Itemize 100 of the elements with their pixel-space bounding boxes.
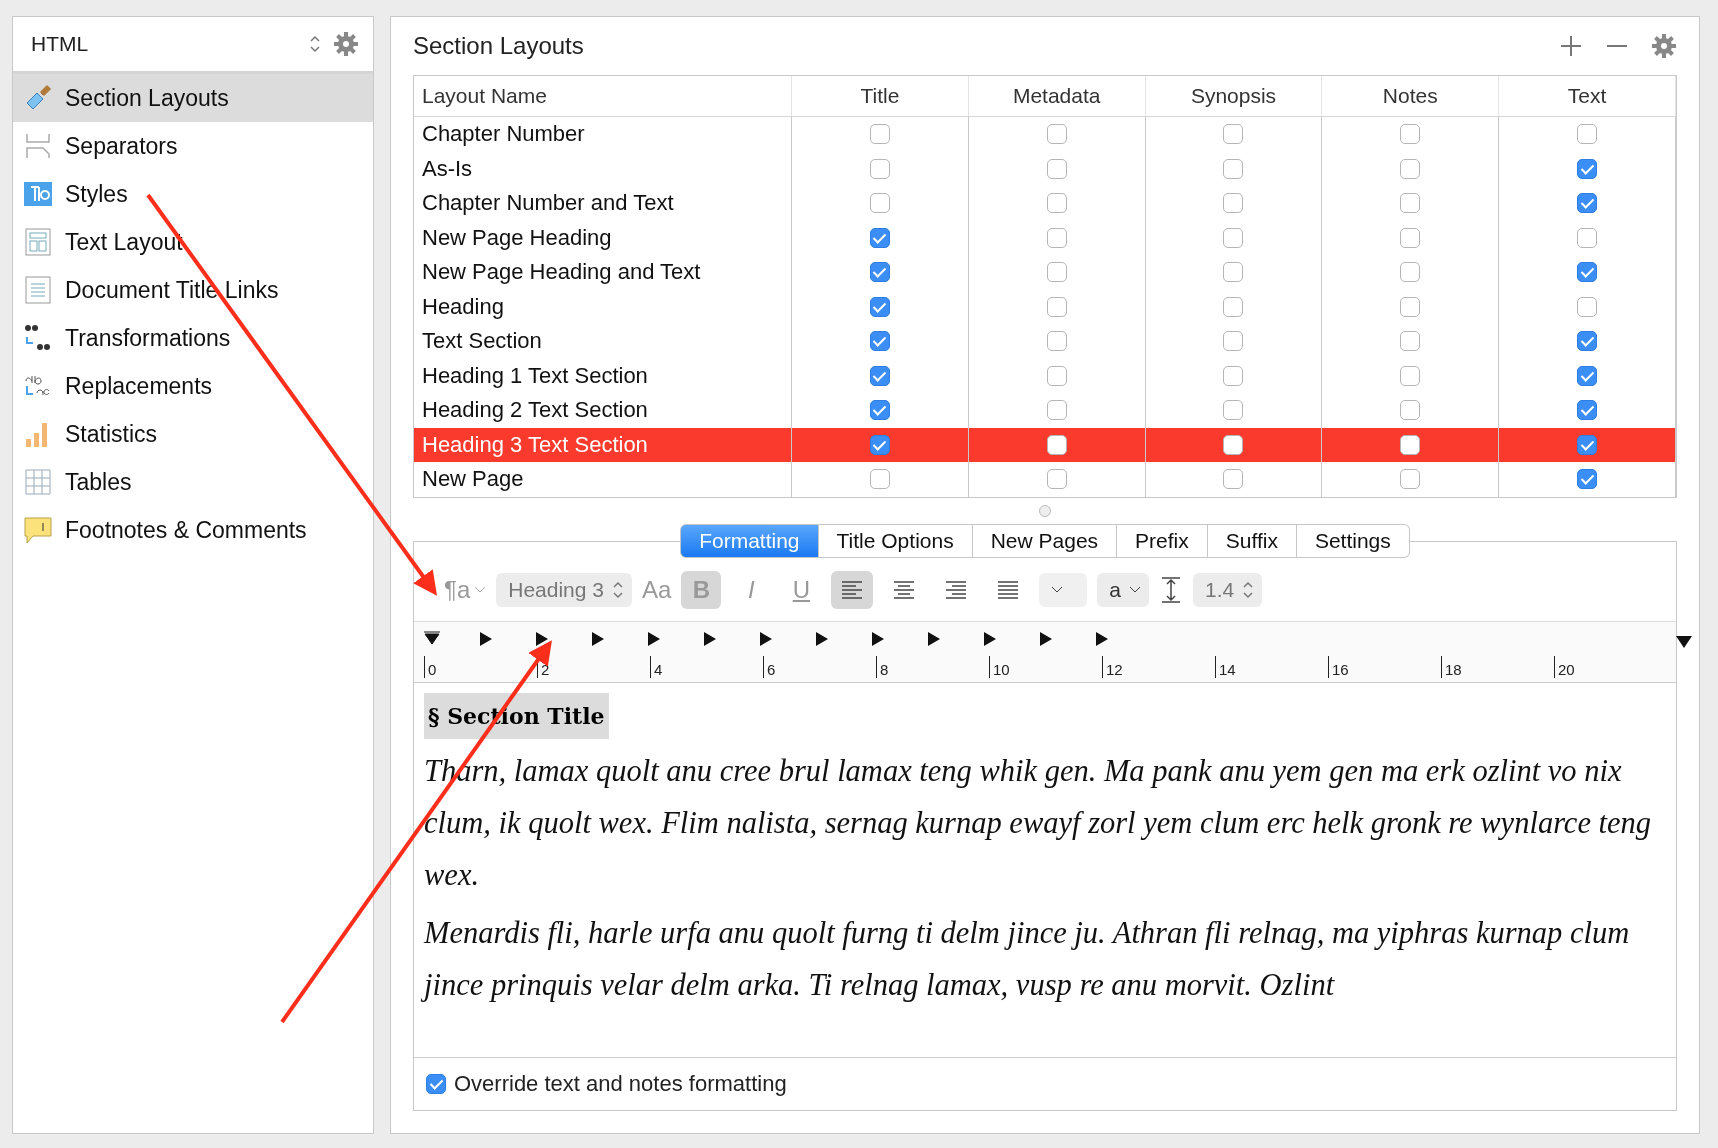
checkbox[interactable] — [869, 296, 890, 317]
line-spacing-field[interactable]: 1.4 — [1193, 572, 1263, 607]
sidebar-item[interactable]: Tables — [13, 458, 373, 506]
checkbox[interactable] — [1400, 193, 1421, 214]
checkbox[interactable] — [1400, 124, 1421, 145]
align-center-icon — [892, 579, 917, 600]
checkbox[interactable] — [869, 365, 890, 386]
checkbox[interactable] — [1046, 227, 1067, 248]
checkbox[interactable] — [1400, 365, 1421, 386]
chevron-icon — [474, 585, 487, 594]
checkbox[interactable] — [1046, 400, 1067, 421]
sidebar-item[interactable]: Section Layouts — [13, 74, 373, 122]
stepper-icon — [1242, 579, 1255, 600]
case-dropdown[interactable]: a — [1097, 572, 1150, 607]
checkbox[interactable] — [1046, 296, 1067, 317]
checkbox[interactable] — [1223, 296, 1244, 317]
checkbox[interactable] — [1577, 124, 1598, 145]
checkbox[interactable] — [869, 158, 890, 179]
tab[interactable]: Suffix — [1207, 523, 1297, 558]
ruler-number: 16 — [1328, 655, 1441, 678]
checkbox[interactable] — [869, 124, 890, 145]
tab[interactable]: Title Options — [818, 523, 973, 558]
align-button[interactable] — [831, 570, 874, 609]
checkbox[interactable] — [1046, 124, 1067, 145]
tab-stops-drawing[interactable] — [424, 629, 1694, 650]
checkbox[interactable] — [1223, 262, 1244, 283]
checkbox[interactable] — [869, 227, 890, 248]
checkbox[interactable] — [1046, 331, 1067, 352]
sidebar-item[interactable]: Replacements — [13, 362, 373, 410]
checkbox[interactable] — [1223, 193, 1244, 214]
sidebar-item[interactable]: Statistics — [13, 410, 373, 458]
checkbox[interactable] — [1400, 331, 1421, 352]
checkbox[interactable] — [869, 400, 890, 421]
style-dropdown[interactable]: Heading 3 — [496, 572, 632, 607]
add-icon[interactable] — [1559, 34, 1583, 58]
split-handle[interactable] — [1039, 504, 1051, 517]
checkbox[interactable] — [1400, 434, 1421, 455]
checkbox[interactable] — [1400, 262, 1421, 283]
ruler-number: 18 — [1441, 655, 1554, 678]
checkbox[interactable] — [1400, 296, 1421, 317]
ruler-number: 4 — [650, 655, 763, 678]
checkbox[interactable] — [1046, 262, 1067, 283]
column-header[interactable]: Layout Name — [414, 76, 792, 116]
panel-title: Section Layouts — [413, 32, 585, 60]
tab[interactable]: Settings — [1296, 523, 1410, 558]
checkbox[interactable] — [869, 193, 890, 214]
sidebar-item[interactable]: Transformations — [13, 314, 373, 362]
checkbox[interactable] — [1577, 262, 1598, 283]
checkbox[interactable] — [1577, 469, 1598, 490]
checkbox[interactable] — [1223, 158, 1244, 179]
footnote-icon — [23, 515, 53, 545]
sidebar-item[interactable]: Separators — [13, 122, 373, 170]
layout-icon — [23, 227, 53, 257]
table-row[interactable]: Heading 3 Text Section — [414, 427, 1676, 462]
checkbox[interactable] — [1400, 400, 1421, 421]
checkbox[interactable] — [1577, 158, 1598, 179]
tab[interactable]: Prefix — [1117, 523, 1208, 558]
sidebar-item[interactable]: Text Layout — [13, 218, 373, 266]
checkbox[interactable] — [1400, 227, 1421, 248]
checkbox[interactable] — [1046, 434, 1067, 455]
checkbox[interactable] — [869, 331, 890, 352]
tab[interactable]: New Pages — [972, 523, 1118, 558]
checkbox[interactable] — [1223, 124, 1244, 145]
column-header[interactable]: Title — [792, 76, 969, 116]
stepper-icon — [612, 579, 624, 600]
checkbox[interactable] — [1223, 365, 1244, 386]
checkbox[interactable] — [1400, 469, 1421, 490]
column-header[interactable]: Text — [1499, 76, 1676, 116]
ruler-number: 10 — [989, 655, 1102, 678]
checkbox[interactable] — [1577, 434, 1598, 455]
list-dropdown[interactable] — [1039, 572, 1088, 607]
checkbox[interactable] — [1400, 158, 1421, 179]
checkbox[interactable] — [1577, 227, 1598, 248]
checkbox[interactable] — [1223, 434, 1244, 455]
column-header[interactable]: Metadata — [968, 76, 1146, 116]
checkbox[interactable] — [1046, 365, 1067, 386]
checkbox[interactable] — [1223, 227, 1244, 248]
checkbox[interactable] — [1223, 331, 1244, 352]
settings-icon[interactable] — [1651, 33, 1677, 59]
sidebar-item[interactable]: Styles — [13, 170, 373, 218]
column-header[interactable]: Synopsis — [1145, 76, 1323, 116]
override-checkbox[interactable] — [426, 1074, 446, 1094]
checkbox[interactable] — [869, 262, 890, 283]
settings-icon[interactable] — [333, 31, 359, 57]
checkbox[interactable] — [1046, 193, 1067, 214]
align-right-icon — [944, 579, 969, 600]
checkbox[interactable] — [1046, 469, 1067, 490]
checkbox[interactable] — [1223, 400, 1244, 421]
checkbox[interactable] — [869, 434, 890, 455]
checkbox[interactable] — [1046, 158, 1067, 179]
checkbox[interactable] — [1577, 400, 1598, 421]
sidebar-item[interactable]: Footnotes & Comments — [13, 506, 373, 554]
checkbox[interactable] — [1577, 365, 1598, 386]
checkbox[interactable] — [1577, 193, 1598, 214]
checkbox[interactable] — [1223, 469, 1244, 490]
checkbox[interactable] — [1577, 331, 1598, 352]
column-header[interactable]: Notes — [1322, 76, 1500, 116]
checkbox[interactable] — [869, 469, 890, 490]
table-icon — [23, 467, 53, 497]
checkbox[interactable] — [1577, 296, 1598, 317]
